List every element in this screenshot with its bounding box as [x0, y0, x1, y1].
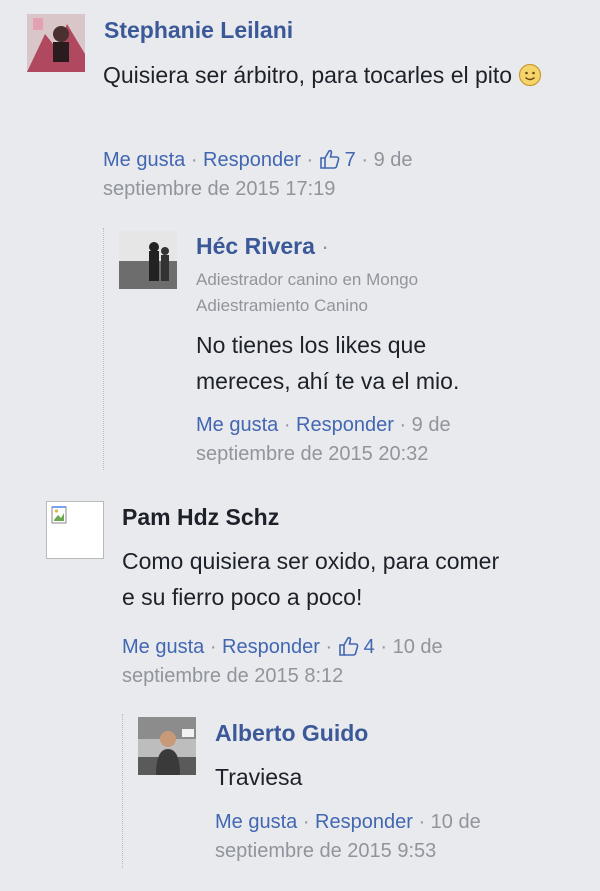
avatar-placeholder[interactable] [46, 501, 104, 559]
comment-meta: Me gusta · Responder · 4 · 10 de septiem… [122, 636, 443, 687]
thumbs-up-icon [319, 149, 341, 169]
timestamp[interactable]: 10 de [393, 636, 443, 658]
timestamp-continued[interactable]: septiembre de 2015 20:32 [196, 443, 428, 465]
timestamp[interactable]: 9 de [374, 149, 413, 171]
comment-meta: Me gusta · Responder · 10 de septiembre … [215, 811, 481, 862]
byline-line2[interactable]: Adiestramiento Canino [196, 296, 368, 315]
comment-text: No tienes los likes que mereces, ahí te … [196, 327, 576, 399]
reply-link[interactable]: Responder [296, 414, 394, 436]
comment-text-line2: e su fierro poco a poco! [122, 584, 363, 610]
like-link[interactable]: Me gusta [196, 414, 278, 436]
comment-text-line1: Como quisiera ser oxido, para comer [122, 548, 500, 574]
like-link[interactable]: Me gusta [103, 149, 185, 171]
timestamp[interactable]: 10 de [431, 811, 481, 833]
commenter-name[interactable]: Héc Rivera · [196, 233, 329, 260]
timestamp-continued[interactable]: septiembre de 2015 17:19 [103, 178, 335, 200]
thumbs-up-icon [338, 636, 360, 656]
reply-link[interactable]: Responder [203, 149, 301, 171]
reply-link[interactable]: Responder [315, 811, 413, 833]
timestamp-continued[interactable]: septiembre de 2015 9:53 [215, 840, 436, 862]
commenter-byline: Adiestrador canino en Mongo Adiestramien… [196, 267, 418, 319]
comment-text-line2: mereces, ahí te va el mio. [196, 368, 460, 394]
like-count[interactable]: 7 [319, 149, 356, 171]
like-count[interactable]: 4 [338, 636, 375, 658]
comment-text: Traviesa [215, 759, 575, 795]
timestamp-continued[interactable]: septiembre de 2015 8:12 [122, 665, 343, 687]
timestamp[interactable]: 9 de [412, 414, 451, 436]
avatar[interactable] [27, 14, 85, 72]
comment-text-content: Quisiera ser árbitro, para tocarles el p… [103, 62, 513, 88]
comment-text: Como quisiera ser oxido, para comer e su… [122, 543, 592, 615]
like-count-value: 7 [344, 149, 356, 171]
commenter-name[interactable]: Pam Hdz Schz [122, 504, 279, 531]
comment-meta: Me gusta · Responder · 7 · 9 de septiemb… [103, 149, 413, 200]
comment-meta: Me gusta · Responder · 9 de septiembre d… [196, 414, 451, 465]
commenter-name[interactable]: Stephanie Leilani [104, 17, 293, 44]
reply-thread-line [103, 228, 104, 470]
byline-line1[interactable]: Adiestrador canino en Mongo [196, 270, 418, 289]
reply-link[interactable]: Responder [222, 636, 320, 658]
like-link[interactable]: Me gusta [122, 636, 204, 658]
avatar[interactable] [119, 231, 177, 289]
commenter-name-text[interactable]: Héc Rivera [196, 233, 315, 259]
reply-thread-line [122, 714, 123, 868]
broken-image-icon [51, 506, 67, 524]
like-count-value: 4 [363, 636, 375, 658]
comment-text-line1: No tienes los likes que [196, 332, 427, 358]
avatar[interactable] [138, 717, 196, 775]
smiling-face-emoji-icon [518, 61, 542, 87]
commenter-name[interactable]: Alberto Guido [215, 720, 368, 747]
like-link[interactable]: Me gusta [215, 811, 297, 833]
comment-text: Quisiera ser árbitro, para tocarles el p… [103, 57, 563, 93]
comment-text-content: Traviesa [215, 764, 303, 790]
